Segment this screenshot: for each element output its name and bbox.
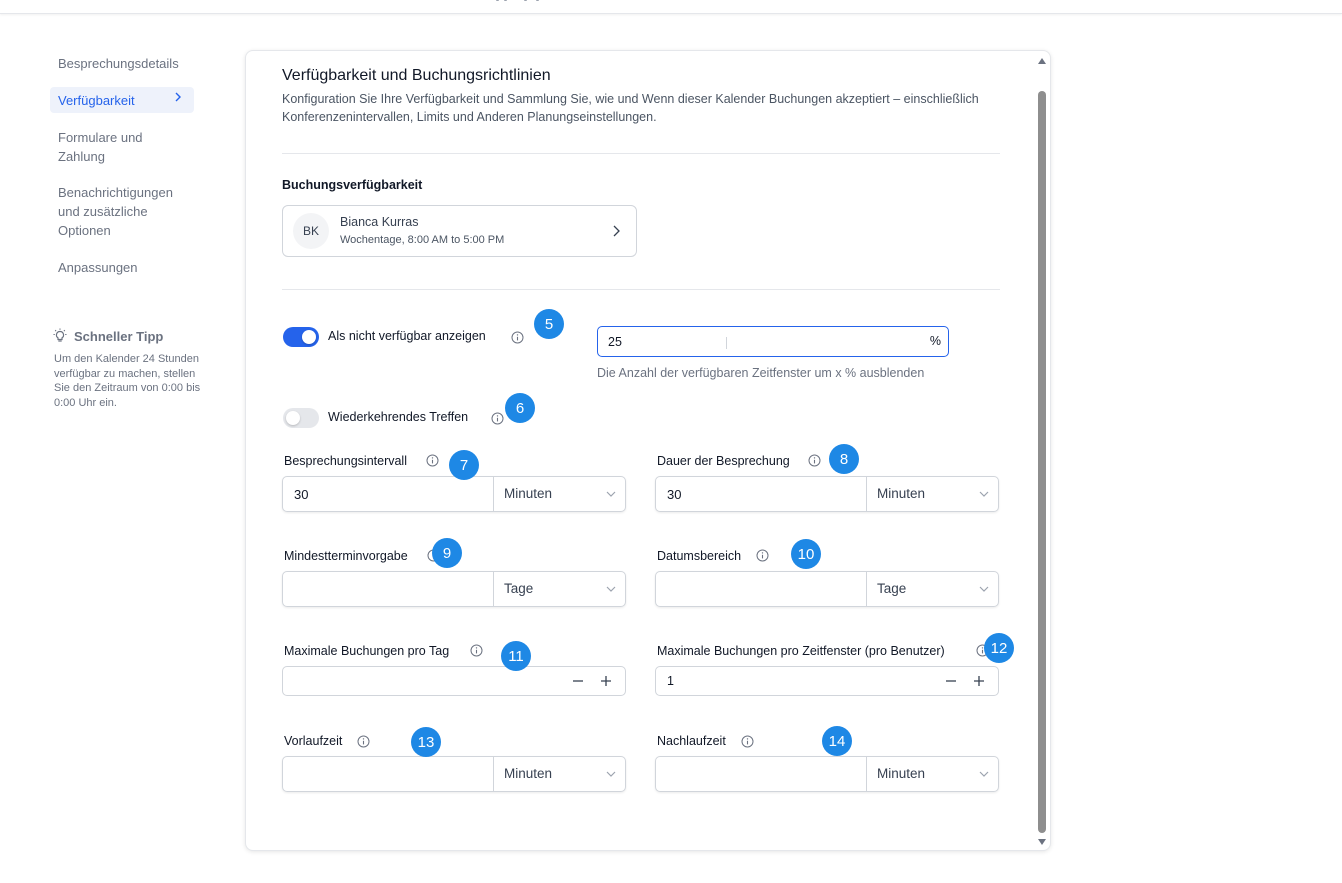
duration-input[interactable] xyxy=(657,478,865,510)
plus-icon[interactable] xyxy=(972,674,986,688)
availability-schedule-card[interactable]: BK Bianca Kurras Wochentage, 8:00 AM to … xyxy=(282,205,637,257)
chevron-right-icon xyxy=(613,225,620,237)
chevron-right-icon xyxy=(175,92,181,102)
sidebar-item-label: Verfügbarkeit xyxy=(58,93,135,108)
annotation-badge: 5 xyxy=(534,309,564,339)
annotation-badge: 6 xyxy=(505,393,535,423)
interval-input[interactable] xyxy=(284,478,492,510)
scroll-down-arrow-icon[interactable] xyxy=(1038,839,1046,845)
schedule-hours: Wochentage, 8:00 AM to 5:00 PM xyxy=(340,234,505,246)
minus-icon[interactable] xyxy=(571,674,585,688)
annotation-badge: 11 xyxy=(501,641,531,671)
max-per-slot-input[interactable] xyxy=(657,668,927,694)
annotation-badge: 9 xyxy=(432,538,462,568)
lightbulb-icon xyxy=(53,328,67,342)
percent-suffix: % xyxy=(929,334,941,348)
post-buffer-unit-select[interactable]: Minuten xyxy=(866,757,999,791)
annotation-badge: 8 xyxy=(829,444,859,474)
hide-unavailable-label: Als nicht verfügbar anzeigen xyxy=(328,329,486,343)
chevron-down-icon xyxy=(606,771,616,777)
min-notice-input[interactable] xyxy=(284,573,492,605)
info-icon[interactable] xyxy=(426,454,439,467)
quick-tip: Schneller Tipp Um den Kalender 24 Stunde… xyxy=(52,328,202,410)
pre-buffer-unit-select[interactable]: Minuten xyxy=(493,757,626,791)
hide-percentage-help: Die Anzahl der verfügbaren Zeitfenster u… xyxy=(597,366,925,380)
duration-combo: Minuten xyxy=(655,476,999,512)
top-bar-cutoff-text xyxy=(496,0,540,2)
avatar: BK xyxy=(293,213,329,249)
scrollbar[interactable] xyxy=(1036,55,1048,847)
max-per-day-input[interactable] xyxy=(284,668,554,694)
min-notice-combo: Tage xyxy=(282,571,626,607)
chevron-down-icon xyxy=(606,586,616,592)
date-range-unit-select[interactable]: Tage xyxy=(866,572,999,606)
chevron-down-icon xyxy=(979,771,989,777)
post-buffer-input[interactable] xyxy=(657,758,865,790)
scroll-up-arrow-icon[interactable] xyxy=(1038,58,1046,64)
page-description: Konfiguration Sie Ihre Verfügbarkeit und… xyxy=(282,92,979,124)
annotation-badge: 13 xyxy=(411,727,441,757)
duration-label: Dauer der Besprechung xyxy=(657,454,790,468)
sidebar-item-verfuegbarkeit[interactable]: Verfügbarkeit xyxy=(50,87,194,113)
info-icon[interactable] xyxy=(357,735,370,748)
hide-unavailable-toggle[interactable] xyxy=(283,327,319,347)
recurring-meeting-toggle[interactable] xyxy=(283,408,319,428)
chevron-down-icon xyxy=(979,491,989,497)
date-range-input[interactable] xyxy=(657,573,865,605)
sidebar-item-anpassungen[interactable]: Anpassungen xyxy=(50,256,194,279)
minus-icon[interactable] xyxy=(944,674,958,688)
duration-unit-select[interactable]: Minuten xyxy=(866,477,999,511)
annotation-badge: 14 xyxy=(822,726,852,756)
interval-unit-select[interactable]: Minuten xyxy=(493,477,626,511)
hide-percentage-input[interactable]: % xyxy=(597,326,949,357)
annotation-badge: 10 xyxy=(791,539,821,569)
sidebar-item-besprechungsdetails[interactable]: Besprechungsdetails xyxy=(50,52,194,75)
booking-availability-label: Buchungsverfügbarkeit xyxy=(282,178,423,192)
info-icon[interactable] xyxy=(470,644,483,657)
interval-combo: Minuten xyxy=(282,476,626,512)
min-notice-label: Mindestterminvorgabe xyxy=(284,549,408,563)
availability-settings-card: Verfügbarkeit und Buchungsrichtlinien Ko… xyxy=(245,50,1051,851)
max-per-day-stepper xyxy=(282,666,626,696)
annotation-badge: 12 xyxy=(984,633,1014,663)
pre-buffer-input[interactable] xyxy=(284,758,492,790)
pre-buffer-label: Vorlaufzeit xyxy=(284,734,343,748)
divider xyxy=(282,289,1000,290)
quick-tip-title: Schneller Tipp xyxy=(74,328,164,344)
sidebar-item-formulare[interactable]: Formulare und Zahlung xyxy=(50,126,194,168)
divider xyxy=(282,153,1000,154)
hide-percentage-field[interactable] xyxy=(599,328,919,355)
info-icon[interactable] xyxy=(491,412,504,425)
sidebar-item-benachrichtigungen[interactable]: Benachrichtigungen und zusätzliche Optio… xyxy=(50,181,194,242)
date-range-combo: Tage xyxy=(655,571,999,607)
info-icon[interactable] xyxy=(808,454,821,467)
min-notice-unit-select[interactable]: Tage xyxy=(493,572,626,606)
scrollbar-thumb[interactable] xyxy=(1038,91,1046,833)
max-per-slot-stepper xyxy=(655,666,999,696)
plus-icon[interactable] xyxy=(599,674,613,688)
chevron-down-icon xyxy=(606,491,616,497)
info-icon[interactable] xyxy=(756,549,769,562)
annotation-badge: 7 xyxy=(449,450,479,480)
page-title: Verfügbarkeit und Buchungsrichtlinien xyxy=(282,67,551,84)
info-icon[interactable] xyxy=(741,735,754,748)
post-buffer-combo: Minuten xyxy=(655,756,999,792)
chevron-down-icon xyxy=(979,586,989,592)
max-per-day-label: Maximale Buchungen pro Tag xyxy=(284,644,450,658)
recurring-meeting-label: Wiederkehrendes Treffen xyxy=(328,410,469,424)
interval-label: Besprechungsintervall xyxy=(284,454,407,468)
quick-tip-text: Um den Kalender 24 Stunden verfügbar zu … xyxy=(54,353,201,409)
max-per-slot-label: Maximale Buchungen pro Zeitfenster (pro … xyxy=(657,644,945,658)
top-bar xyxy=(0,0,1342,14)
pre-buffer-combo: Minuten xyxy=(282,756,626,792)
post-buffer-label: Nachlaufzeit xyxy=(657,734,726,748)
schedule-owner-name: Bianca Kurras xyxy=(340,215,419,229)
info-icon[interactable] xyxy=(511,331,524,344)
date-range-label: Datumsbereich xyxy=(657,549,742,563)
